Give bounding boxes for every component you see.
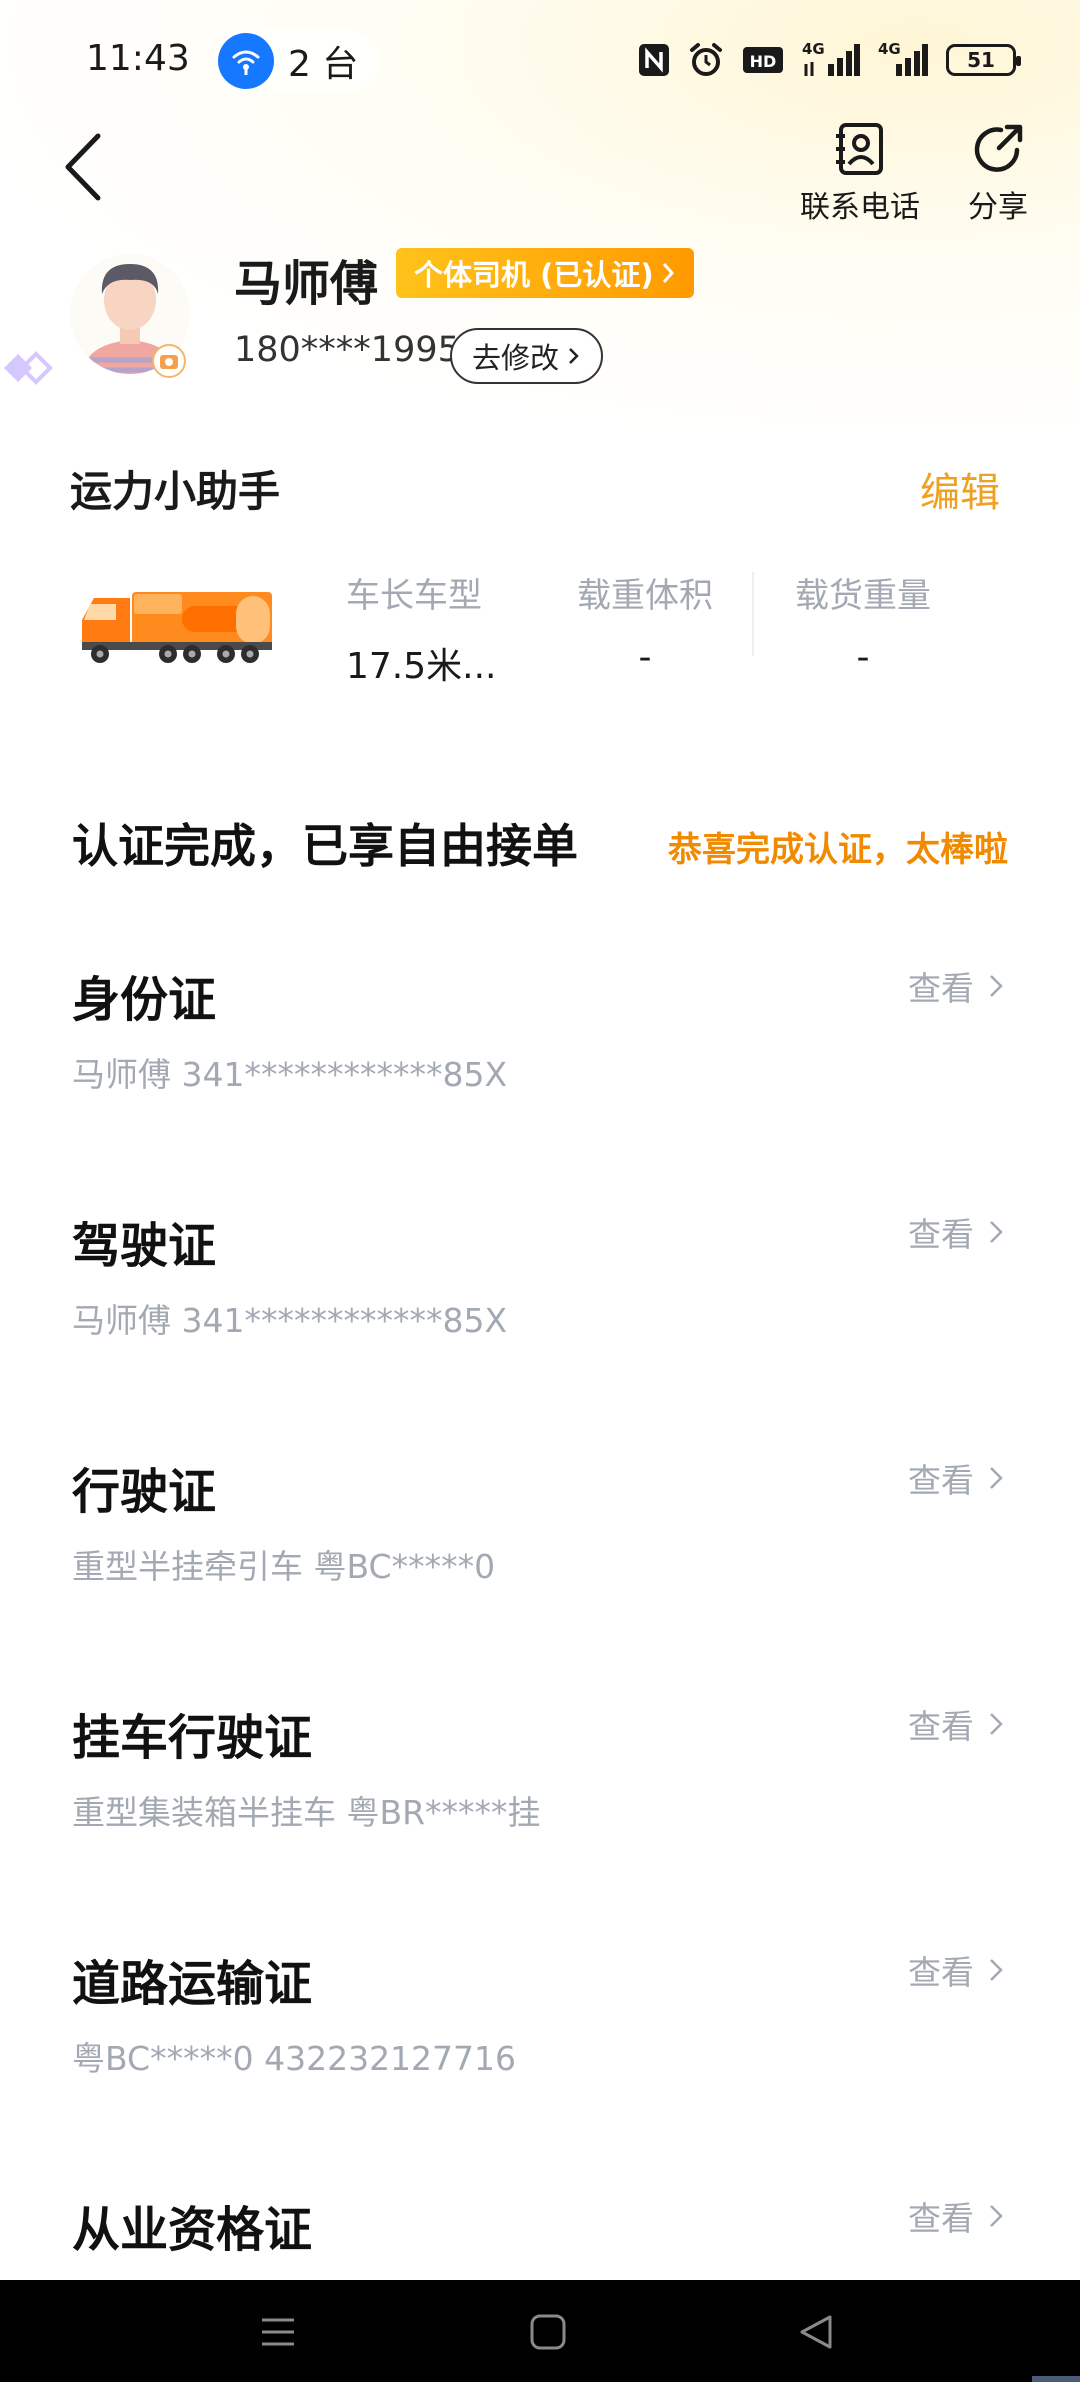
nfc-icon <box>638 42 670 78</box>
certificate-detail: 马师傅 341************85X <box>72 1055 508 1094</box>
floating-decoration <box>0 344 56 392</box>
driver-badge-label: 个体司机 (已认证) <box>414 258 654 292</box>
chevron-right-icon <box>990 1959 1003 1981</box>
back-arrow-icon <box>65 133 101 201</box>
view-label: 查看 <box>908 1953 974 1992</box>
chevron-right-icon <box>990 1467 1003 1489</box>
system-nav-bar <box>0 2280 1080 2382</box>
home-icon[interactable] <box>522 2306 574 2358</box>
certificate-list: 身份证 马师傅 341************85X 查看 驾驶证 马师傅 34… <box>0 952 1080 2382</box>
hotspot-icon <box>218 33 274 89</box>
chevron-right-icon <box>662 263 674 283</box>
view-button[interactable]: 查看 <box>908 1700 1004 1748</box>
certificate-detail: 重型集装箱半挂车 粤BR*****挂 <box>72 1793 541 1832</box>
certificate-name: 道路运输证 <box>72 1956 313 2012</box>
status-time: 11:43 <box>86 38 190 79</box>
certificate-detail: 粤BC*****0 432232127716 <box>72 2039 517 2078</box>
contact-phone-button[interactable]: 联系电话 <box>800 122 920 226</box>
share-icon <box>974 124 1023 172</box>
edit-phone-label: 去修改 <box>472 341 560 375</box>
spec-label: 车长车型 <box>346 576 482 616</box>
certificate-name: 驾驶证 <box>72 1218 217 1274</box>
share-button[interactable]: 分享 <box>968 122 1028 226</box>
back-icon[interactable] <box>790 2306 842 2358</box>
contact-book-icon <box>836 123 883 175</box>
corner-indicator <box>1032 2376 1080 2382</box>
certificate-item-driver-license[interactable]: 驾驶证 马师傅 341************85X 查看 <box>0 1198 1080 1444</box>
hd-icon: HD <box>742 42 784 78</box>
helper-edit-link[interactable]: 编辑 <box>920 460 1000 518</box>
certification-note: 恭喜完成认证，太棒啦 <box>668 830 1008 870</box>
certification-title: 认证完成，已享自由接单 <box>72 819 578 873</box>
status-bar: 11:43 2 台 HD 4G 4G 51 <box>0 0 1080 124</box>
view-label: 查看 <box>908 2199 974 2238</box>
certificate-item-vehicle-license[interactable]: 行驶证 重型半挂牵引车 粤BC*****0 查看 <box>0 1444 1080 1690</box>
chevron-right-icon <box>990 2205 1003 2227</box>
spec-label: 载重体积 <box>577 576 713 616</box>
chevron-right-icon <box>990 1713 1003 1735</box>
spec-value: - <box>856 637 870 678</box>
chevron-right-icon <box>990 1221 1003 1243</box>
view-label: 查看 <box>908 1215 974 1254</box>
certificate-item-id-card[interactable]: 身份证 马师傅 341************85X 查看 <box>0 952 1080 1198</box>
certificate-name: 身份证 <box>72 972 217 1028</box>
contact-phone-label: 联系电话 <box>800 190 920 225</box>
spec-cargo-weight: 载货重量 - <box>758 568 968 678</box>
signal-icon: 4G <box>878 40 928 78</box>
view-button[interactable]: 查看 <box>908 1208 1004 1256</box>
hotspot-indicator[interactable]: 2 台 <box>212 30 381 92</box>
certificate-item-trailer-license[interactable]: 挂车行驶证 重型集装箱半挂车 粤BR*****挂 查看 <box>0 1690 1080 1936</box>
spec-load-volume: 载重体积 - <box>540 568 750 678</box>
driver-verified-badge[interactable]: 个体司机 (已认证) <box>396 248 694 298</box>
menu-icon[interactable] <box>252 2306 304 2358</box>
status-icons: HD 4G 4G 51 <box>638 40 1021 78</box>
chevron-right-icon <box>990 975 1003 997</box>
view-label: 查看 <box>908 1461 974 1500</box>
spec-label: 载货重量 <box>795 576 931 616</box>
signal-icon: 4G <box>802 40 860 78</box>
helper-section-title: 运力小助手 <box>70 467 281 516</box>
svg-text:HD: HD <box>750 52 777 71</box>
truck-image <box>76 580 276 670</box>
driver-profile-page: 11:43 2 台 HD 4G 4G 51 联系电话 分享 马师傅 个体司机 (… <box>0 0 1080 2382</box>
view-button[interactable]: 查看 <box>908 962 1004 1010</box>
chevron-right-icon <box>569 348 579 364</box>
certificate-name: 挂车行驶证 <box>72 1710 313 1766</box>
edit-phone-button[interactable]: 去修改 <box>450 328 604 384</box>
spec-vehicle-length: 车长车型 17.5米... <box>312 568 522 689</box>
certificate-name: 从业资格证 <box>72 2202 313 2258</box>
share-label: 分享 <box>968 190 1028 225</box>
spec-divider <box>752 572 754 656</box>
view-label: 查看 <box>908 969 974 1008</box>
alarm-icon <box>688 42 724 78</box>
view-label: 查看 <box>908 1707 974 1746</box>
driver-name: 马师傅 <box>234 256 379 312</box>
back-button[interactable] <box>60 130 108 204</box>
spec-value: - <box>638 637 652 678</box>
view-button[interactable]: 查看 <box>908 2192 1004 2240</box>
certificate-detail: 马师傅 341************85X <box>72 1301 508 1340</box>
view-button[interactable]: 查看 <box>908 1454 1004 1502</box>
phone-number: 180****1995 <box>234 330 460 370</box>
certificate-detail: 重型半挂牵引车 粤BC*****0 <box>72 1547 496 1586</box>
view-button[interactable]: 查看 <box>908 1946 1004 1994</box>
hotspot-count: 2 台 <box>288 44 359 85</box>
battery-icon: 51 <box>946 44 1021 76</box>
avatar-camera-icon[interactable] <box>152 344 186 378</box>
certificate-name: 行驶证 <box>72 1464 217 1520</box>
spec-value: 17.5米... <box>346 646 497 687</box>
battery-level: 51 <box>967 48 995 72</box>
certificate-item-road-transport[interactable]: 道路运输证 粤BC*****0 432232127716 查看 <box>0 1936 1080 2182</box>
